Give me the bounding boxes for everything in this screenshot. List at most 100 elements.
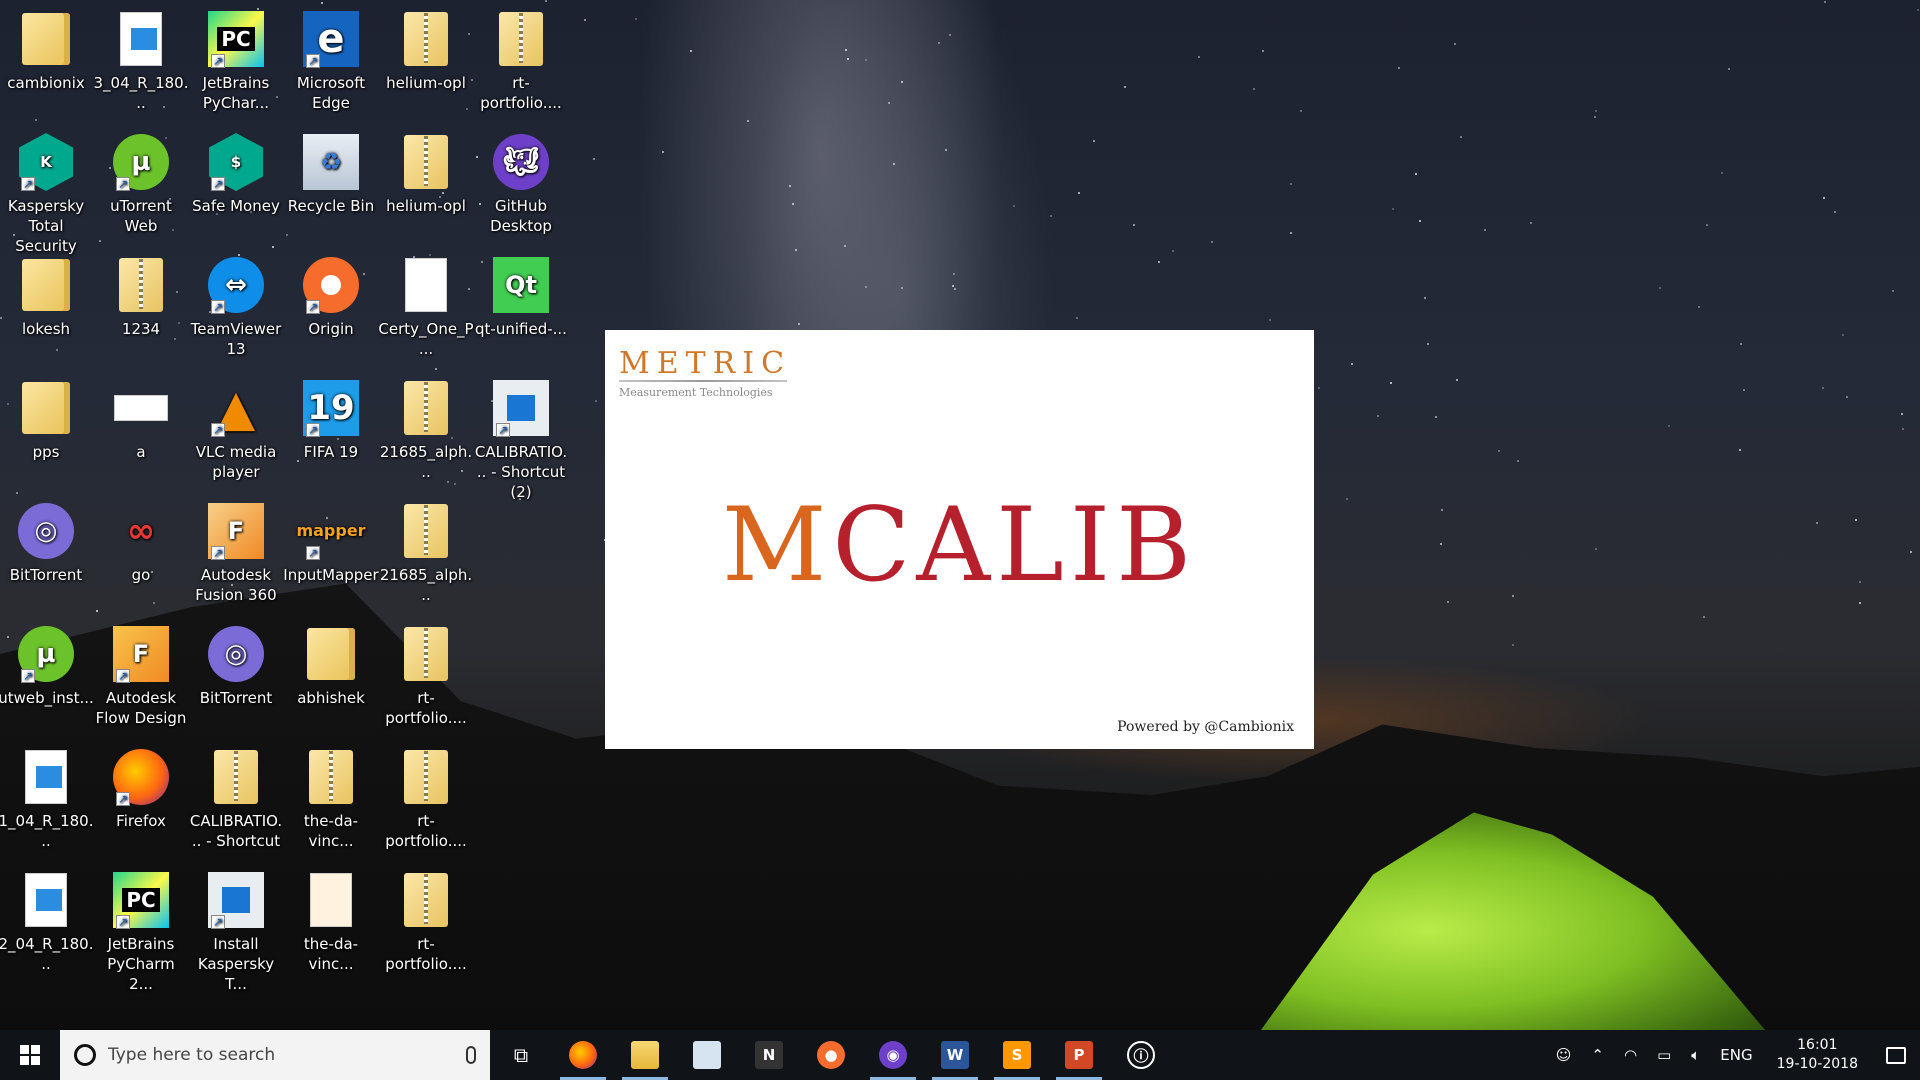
taskbar-app-word[interactable]: W [924,1030,986,1080]
desktop-icon[interactable]: the-da-vinc... [285,863,377,974]
chevron-up-icon[interactable]: ⌃ [1581,1030,1614,1080]
star [1289,182,1292,185]
desktop-icon-label: a [136,443,146,461]
star [746,119,749,122]
taskbar-app-powerpoint[interactable]: P [1048,1030,1110,1080]
battery-icon[interactable]: ▭ [1647,1030,1681,1080]
desktop-icon[interactable]: helium-opl [380,2,472,93]
star [1456,378,1459,381]
clock[interactable]: 16:01 19-10-2018 [1763,1036,1872,1074]
desktop-icon[interactable]: Firefox [95,740,187,831]
desktop-icon[interactable]: mapperInputMapper [283,494,378,585]
start-button[interactable] [0,1030,60,1080]
taskbar-app-photos[interactable] [676,1030,738,1080]
origin-icon: ● [817,1041,845,1069]
desktop-icon[interactable]: rt-portfolio.... [380,617,472,728]
desktop-icon[interactable]: µutweb_inst... [0,617,94,708]
zip-icon [404,627,448,681]
desktop-icon[interactable]: KKaspersky Total Security [0,125,92,256]
desktop-icon[interactable]: pps [0,371,92,462]
taskbar-app-notion[interactable]: N [738,1030,800,1080]
desktop-icon[interactable]: PCJetBrains PyChar... [190,2,282,113]
shortcut-arrow-icon [116,666,130,686]
desktop-icon[interactable]: abhishek [285,617,377,708]
desktop-icon[interactable]: ▲VLC media player [190,371,282,482]
desktop-icon-label: CALIBRATIO... - Shortcut [189,812,283,850]
notion-icon: N [755,1041,783,1069]
taskbar-app-sublime-text[interactable]: S [986,1030,1048,1080]
star [1318,386,1321,389]
desktop-icon[interactable]: eMicrosoft Edge [285,2,377,113]
desktop-icon[interactable]: 19FIFA 19 [285,371,377,462]
desktop-icon[interactable]: helium-opl [380,125,472,216]
desktop-icon[interactable]: CALIBRATIO... - Shortcut (2) [475,371,567,502]
desktop-icon[interactable]: 1234 [95,248,187,339]
desktop-icon-label: lokesh [21,320,71,338]
desktop-icon[interactable]: ∞ go [95,494,187,585]
star [1517,460,1520,463]
star [843,245,846,248]
taskbar-app-mcalib[interactable]: ⓘ [1110,1030,1172,1080]
microphone-icon[interactable] [466,1046,476,1064]
star [1739,343,1742,346]
desktop-icon[interactable]: ♻ Recycle Bin [285,125,377,216]
desktop-icon[interactable]: Origin [285,248,377,339]
shortcut-arrow-icon [211,420,225,440]
taskbar-search-box[interactable]: Type here to search [60,1030,490,1080]
desktop-icon[interactable]: ◎ BitTorrent [190,617,282,708]
taskbar-app-file-explorer[interactable] [614,1030,676,1080]
star [662,150,665,153]
desktop-icon[interactable]: 2_04_R_180... [0,863,93,974]
desktop-icon[interactable]: Install Kaspersky T... [190,863,282,994]
desktop-icon[interactable]: 🐙︎ GitHub Desktop [475,125,567,236]
taskbar-app-firefox[interactable] [552,1030,614,1080]
desktop-icon-label: the-da-vinc... [303,935,359,973]
desktop-icon[interactable]: 3_04_R_180... [94,2,188,113]
desktop-icon[interactable]: FAutodesk Fusion 360 [190,494,282,605]
search-placeholder: Type here to search [108,1045,276,1065]
star [1728,68,1731,71]
desktop-icon[interactable]: lokesh [0,248,92,339]
desktop-icon[interactable]: a [95,371,187,462]
desktop-icon[interactable]: PCJetBrains PyCharm 2... [95,863,187,994]
star [1594,109,1597,112]
task-view-button[interactable]: ⧉ [490,1030,552,1080]
desktop-icon[interactable]: FAutodesk Flow Design [95,617,187,728]
star [1822,197,1825,200]
desktop-icon[interactable]: the-da-vinc... [285,740,377,851]
desktop-icon[interactable]: Certy_One_P... [378,248,474,359]
star [1910,551,1913,554]
shortcut-arrow-icon [306,297,320,317]
desktop-icon[interactable]: 1_04_R_180... [0,740,93,851]
desktop-icon[interactable]: rt-portfolio.... [380,863,472,974]
desktop-icon[interactable]: rt-portfolio.... [475,2,567,113]
desktop-icon[interactable]: $Safe Money [190,125,282,216]
video-icon [25,873,67,927]
desktop-icon-label: rt-portfolio.... [385,689,467,727]
desktop-icon[interactable]: 21685_alph... [380,494,472,605]
people-icon[interactable]: ☺ [1546,1030,1582,1080]
star [1901,428,1904,431]
desktop-icon-label: BitTorrent [9,566,83,584]
desktop-icon[interactable]: rt-portfolio.... [380,740,472,851]
desktop-icon[interactable]: 21685_alph... [380,371,472,482]
star [1483,228,1486,231]
taskbar-app-github-desktop[interactable]: ◉ [862,1030,924,1080]
desktop-icon[interactable]: µuTorrent Web [95,125,187,236]
taskbar-app-origin[interactable]: ● [800,1030,862,1080]
desktop-icon-label: Recycle Bin [287,197,375,215]
star [1093,140,1096,142]
star [1434,416,1437,419]
mcalib-title-rest: CALIB [832,486,1198,605]
desktop-icon[interactable]: ⇔TeamViewer 13 [190,248,282,359]
wifi-icon[interactable]: ◠ [1614,1030,1647,1080]
desktop-icon[interactable]: CALIBRATIO... - Shortcut [190,740,282,851]
desktop-icon[interactable]: ◎ BitTorrent [0,494,92,585]
star [1415,173,1418,176]
input-language[interactable]: ENG [1710,1030,1762,1080]
action-center-button[interactable] [1872,1030,1920,1080]
desktop-icon[interactable]: cambionix [0,2,92,93]
star [34,118,37,121]
volume-icon[interactable]: 🔈︎ [1681,1030,1710,1080]
desktop-icon[interactable]: Qt qt-unified-... [475,248,567,339]
